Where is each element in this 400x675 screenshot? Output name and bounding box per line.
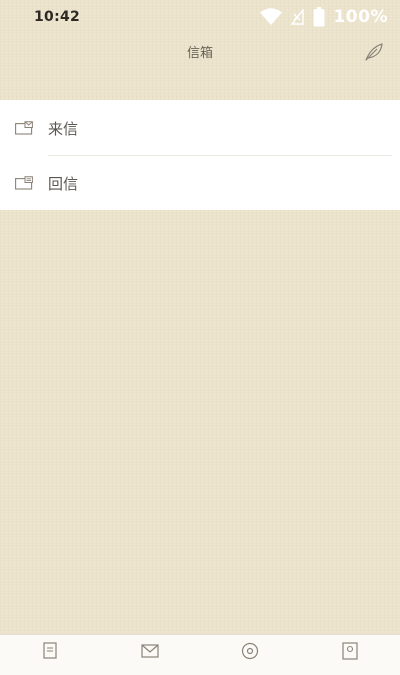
bottom-tab-bar <box>0 634 400 675</box>
list-item-inbox[interactable]: 来信 <box>0 100 400 155</box>
status-time: 10:42 <box>34 9 81 25</box>
feather-pen-icon <box>362 43 386 68</box>
compose-button[interactable] <box>362 40 386 64</box>
tab-mail[interactable] <box>140 641 160 661</box>
mail-icon <box>140 644 160 665</box>
tab-profile[interactable] <box>340 641 360 661</box>
list-item-replies[interactable]: 回信 <box>0 155 400 210</box>
inbox-label: 来信 <box>48 120 79 138</box>
status-icons: 100% <box>259 6 388 28</box>
battery-percentage: 100% <box>333 7 388 27</box>
page-title: 信箱 <box>186 46 213 61</box>
profile-icon <box>340 642 360 665</box>
battery-icon <box>313 7 325 27</box>
mailbox-list: 来信 回信 <box>0 100 400 210</box>
status-bar: 10:42 100% <box>0 0 400 34</box>
app-header: 信箱 <box>0 34 400 70</box>
replies-label: 回信 <box>48 175 79 193</box>
inbox-envelope-icon <box>15 120 33 135</box>
tab-discover[interactable] <box>240 641 260 661</box>
compass-icon <box>240 642 260 665</box>
wifi-icon <box>259 8 283 26</box>
document-icon <box>40 642 60 665</box>
reply-envelope-icon <box>15 175 33 190</box>
tab-documents[interactable] <box>40 641 60 661</box>
no-signal-icon <box>291 9 305 25</box>
